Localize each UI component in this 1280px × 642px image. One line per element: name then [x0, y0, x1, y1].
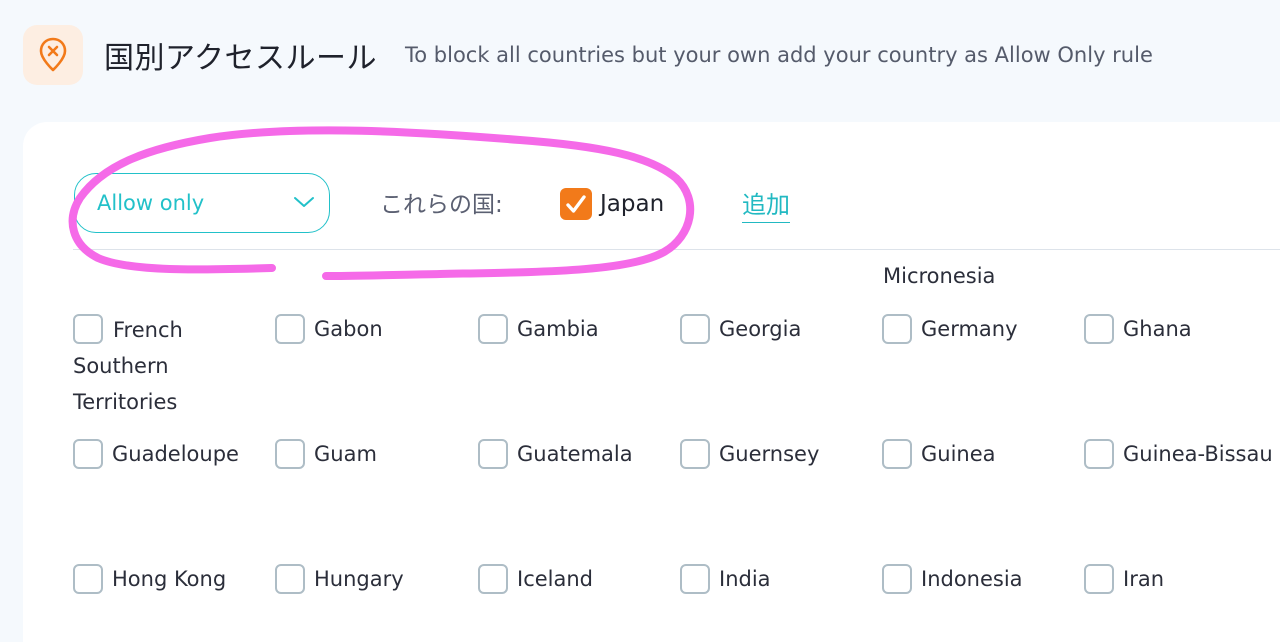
- divider: [73, 249, 1280, 250]
- country-label: Guam: [314, 442, 377, 466]
- selected-country-label: Japan: [600, 191, 665, 217]
- country-option[interactable]: Iceland: [478, 564, 593, 597]
- checkbox[interactable]: [478, 439, 508, 469]
- checkbox[interactable]: [275, 564, 305, 594]
- page-header: 国別アクセスルール To block all countries but you…: [0, 0, 1280, 110]
- rule-mode-value: Allow only: [97, 191, 205, 215]
- checkbox[interactable]: [882, 439, 912, 469]
- checkbox[interactable]: [680, 314, 710, 344]
- checkmark-icon: [566, 195, 586, 213]
- country-option[interactable]: India: [680, 564, 771, 597]
- country-option[interactable]: Iran: [1084, 564, 1164, 597]
- checkbox[interactable]: [882, 564, 912, 594]
- checkbox[interactable]: [680, 439, 710, 469]
- country-option[interactable]: Guadeloupe: [73, 439, 239, 472]
- country-option[interactable]: Georgia: [680, 314, 801, 347]
- country-label: Guinea: [921, 442, 996, 466]
- rule-editor: Allow only これらの国: Japan 追加: [23, 122, 1280, 250]
- country-label: Gabon: [314, 317, 383, 341]
- country-label: Iran: [1123, 567, 1165, 591]
- country-label: Germany: [921, 317, 1018, 341]
- checkbox[interactable]: [478, 564, 508, 594]
- page-title: 国別アクセスルール: [104, 41, 377, 76]
- country-label: Guadeloupe: [112, 442, 239, 466]
- country-option[interactable]: Guam: [275, 439, 377, 472]
- checkbox[interactable]: [1084, 314, 1114, 344]
- country-option[interactable]: Gabon: [275, 314, 383, 347]
- country-option[interactable]: Guinea: [882, 439, 996, 472]
- page-subtitle: To block all countries but your own add …: [405, 43, 1153, 67]
- country-label: Hungary: [314, 567, 404, 591]
- country-option[interactable]: Indonesia: [882, 564, 1023, 597]
- country-option[interactable]: Ghana: [1084, 314, 1192, 347]
- checkbox[interactable]: [882, 314, 912, 344]
- country-label: Guernsey: [719, 442, 820, 466]
- rule-mode-select[interactable]: Allow only: [74, 173, 330, 233]
- country-option[interactable]: Hungary: [275, 564, 404, 597]
- country-label: Hong Kong: [112, 567, 227, 591]
- countries-label: これらの国:: [380, 192, 503, 218]
- selected-country-japan[interactable]: Japan: [560, 188, 664, 220]
- country-option[interactable]: Germany: [882, 314, 1018, 347]
- checkbox-checked[interactable]: [560, 188, 592, 220]
- add-rule-button[interactable]: 追加: [742, 185, 790, 223]
- checkbox[interactable]: [680, 564, 710, 594]
- country-option[interactable]: Gambia: [478, 314, 599, 347]
- chevron-down-icon: [294, 197, 314, 207]
- country-label: Georgia: [719, 317, 802, 341]
- country-option[interactable]: Guinea-Bissau: [1084, 439, 1273, 472]
- country-label: Guinea-Bissau: [1123, 442, 1273, 466]
- country-option[interactable]: Hong Kong: [73, 564, 226, 597]
- checkbox[interactable]: [478, 314, 508, 344]
- country-label-partial: Micronesia: [883, 264, 996, 288]
- map-pin-blocked-icon: [23, 25, 83, 85]
- checkbox[interactable]: [73, 564, 103, 594]
- country-option[interactable]: Guatemala: [478, 439, 633, 472]
- country-option[interactable]: Guernsey: [680, 439, 819, 472]
- country-label: French Southern Territories: [73, 318, 183, 414]
- checkbox[interactable]: [1084, 439, 1114, 469]
- checkbox[interactable]: [1084, 564, 1114, 594]
- checkbox[interactable]: [275, 439, 305, 469]
- country-label: Iceland: [517, 567, 594, 591]
- country-label: India: [719, 567, 771, 591]
- checkbox[interactable]: [275, 314, 305, 344]
- checkbox[interactable]: [73, 439, 103, 469]
- country-label: Gambia: [517, 317, 599, 341]
- country-label: Ghana: [1123, 317, 1192, 341]
- country-label: Guatemala: [517, 442, 633, 466]
- country-label: Indonesia: [921, 567, 1023, 591]
